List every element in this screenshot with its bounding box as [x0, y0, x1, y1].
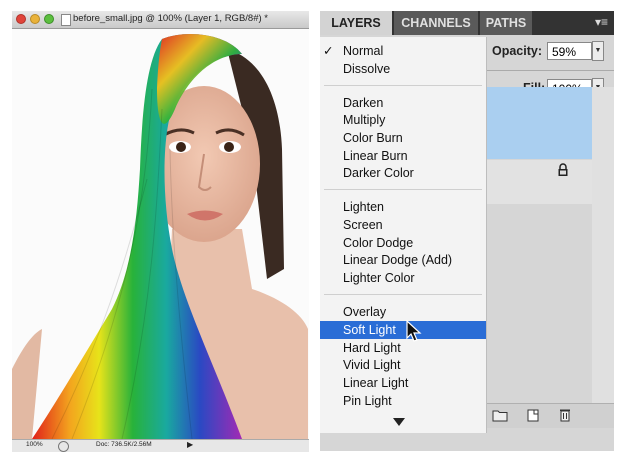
menu-item-linear-light[interactable]: Linear Light: [320, 374, 486, 392]
folder-icon[interactable]: [492, 408, 508, 422]
mouse-pointer-icon: [406, 320, 422, 342]
menu-item-multiply[interactable]: Multiply: [320, 111, 486, 129]
menu-item-soft-light[interactable]: Soft Light: [320, 321, 486, 339]
zoom-light[interactable]: [44, 14, 54, 24]
panel-menu-icon[interactable]: ▾≡: [595, 15, 608, 29]
menu-item-color-dodge[interactable]: Color Dodge: [320, 234, 486, 252]
menu-item-screen[interactable]: Screen: [320, 216, 486, 234]
menu-item-pin-light[interactable]: Pin Light: [320, 392, 486, 410]
menu-separator: [324, 294, 482, 295]
zoom-level[interactable]: 100%: [26, 441, 43, 448]
document-size[interactable]: Doc: 736.5K/2.56M: [96, 441, 152, 448]
blend-mode-menu: ✓ Normal Dissolve Darken Multiply Color …: [320, 37, 487, 433]
menu-item-hard-light[interactable]: Hard Light: [320, 339, 486, 357]
menu-item-lighten[interactable]: Lighten: [320, 198, 486, 216]
tab-paths[interactable]: PATHS: [480, 11, 532, 35]
menu-item-darker-color[interactable]: Darker Color: [320, 164, 486, 182]
minimize-light[interactable]: [30, 14, 40, 24]
menu-item-vivid-light[interactable]: Vivid Light: [320, 356, 486, 374]
layers-scrollbar[interactable]: [592, 87, 614, 417]
menu-item-normal[interactable]: ✓ Normal: [320, 42, 486, 60]
status-arrow-icon[interactable]: ▶: [187, 440, 193, 449]
close-light[interactable]: [16, 14, 26, 24]
document-window: before_small.jpg @ 100% (Layer 1, RGB/8#…: [12, 11, 309, 452]
status-icon[interactable]: [58, 441, 69, 452]
portrait-image: [12, 29, 309, 439]
tab-layers[interactable]: LAYERS: [320, 11, 392, 35]
lock-icon: [558, 163, 568, 176]
document-icon: [61, 14, 71, 26]
document-titlebar[interactable]: before_small.jpg @ 100% (Layer 1, RGB/8#…: [12, 11, 309, 29]
menu-separator: [324, 189, 482, 190]
opacity-field[interactable]: 59%: [547, 42, 592, 60]
image-canvas[interactable]: [12, 29, 309, 439]
opacity-label: Opacity:: [492, 44, 543, 58]
layer-row-selected[interactable]: [484, 87, 592, 159]
checkmark-icon: ✓: [323, 44, 334, 58]
menu-item-darken[interactable]: Darken: [320, 94, 486, 112]
opacity-stepper[interactable]: ▼: [592, 41, 604, 61]
tab-channels[interactable]: CHANNELS: [394, 11, 478, 35]
new-layer-icon[interactable]: [526, 408, 540, 422]
layer-row-background[interactable]: [484, 160, 592, 204]
scroll-down-arrow-icon[interactable]: [393, 418, 405, 426]
panel-tabs: LAYERS CHANNELS PATHS ▾≡: [320, 11, 614, 35]
document-title: before_small.jpg @ 100% (Layer 1, RGB/8#…: [73, 13, 268, 24]
menu-item-lighter-color[interactable]: Lighter Color: [320, 269, 486, 287]
menu-item-overlay[interactable]: Overlay: [320, 303, 486, 321]
menu-item-dissolve[interactable]: Dissolve: [320, 60, 486, 78]
layers-bottom-bar: [484, 403, 614, 428]
menu-separator: [324, 85, 482, 86]
menu-item-color-burn[interactable]: Color Burn: [320, 129, 486, 147]
trash-icon[interactable]: [558, 408, 572, 422]
menu-item-linear-burn[interactable]: Linear Burn: [320, 147, 486, 165]
menu-item-linear-dodge[interactable]: Linear Dodge (Add): [320, 251, 486, 269]
document-statusbar: 100% Doc: 736.5K/2.56M ▶: [12, 439, 309, 452]
